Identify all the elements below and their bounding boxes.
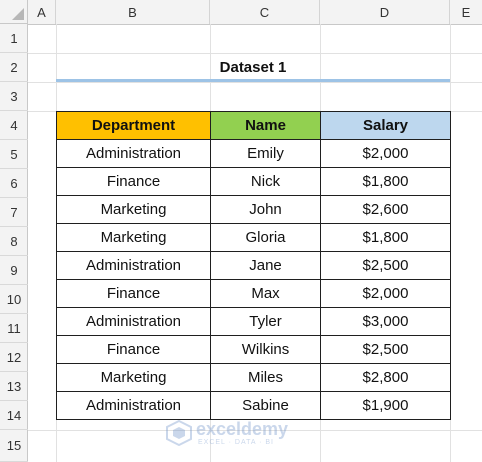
row-header-8[interactable]: 8 <box>0 227 28 256</box>
row-header-2[interactable]: 2 <box>0 53 28 82</box>
header-name[interactable]: Name <box>210 111 321 140</box>
table-row: Marketing Miles $2,800 <box>56 363 451 392</box>
exceldemy-watermark: exceldemy EXCEL · DATA · BI <box>166 418 316 448</box>
row-header-bar: 1 2 3 4 5 6 7 8 9 10 11 12 13 14 15 <box>0 24 28 462</box>
title-underline <box>56 79 450 82</box>
table-row: Marketing John $2,600 <box>56 195 451 224</box>
row-header-6[interactable]: 6 <box>0 169 28 198</box>
table-row: Marketing Gloria $1,800 <box>56 223 451 252</box>
name-cell[interactable]: Sabine <box>210 391 321 420</box>
row-header-1[interactable]: 1 <box>0 24 28 53</box>
salary-cell[interactable]: $1,800 <box>320 223 451 252</box>
name-cell[interactable]: Tyler <box>210 307 321 336</box>
table-row: Finance Nick $1,800 <box>56 167 451 196</box>
row-header-12[interactable]: 12 <box>0 343 28 372</box>
salary-cell[interactable]: $2,500 <box>320 251 451 280</box>
department-cell[interactable]: Finance <box>56 279 211 308</box>
department-cell[interactable]: Marketing <box>56 363 211 392</box>
gridline <box>28 430 482 431</box>
department-cell[interactable]: Finance <box>56 167 211 196</box>
table-row: Finance Max $2,000 <box>56 279 451 308</box>
row-header-5[interactable]: 5 <box>0 140 28 169</box>
column-header-d[interactable]: D <box>320 0 450 24</box>
dataset-title[interactable]: Dataset 1 <box>56 53 450 82</box>
salary-cell[interactable]: $1,900 <box>320 391 451 420</box>
column-header-e[interactable]: E <box>450 0 482 24</box>
column-header-c[interactable]: C <box>210 0 320 24</box>
row-header-10[interactable]: 10 <box>0 285 28 314</box>
column-header-a[interactable]: A <box>28 0 56 24</box>
row-header-11[interactable]: 11 <box>0 314 28 343</box>
row-header-3[interactable]: 3 <box>0 82 28 111</box>
salary-cell[interactable]: $1,800 <box>320 167 451 196</box>
name-cell[interactable]: Nick <box>210 167 321 196</box>
name-cell[interactable]: Miles <box>210 363 321 392</box>
department-cell[interactable]: Administration <box>56 251 211 280</box>
table-row: Administration Sabine $1,900 <box>56 391 451 420</box>
name-cell[interactable]: Wilkins <box>210 335 321 364</box>
salary-table: Department Name Salary Administration Em… <box>56 111 451 420</box>
table-header-row: Department Name Salary <box>56 111 451 140</box>
name-cell[interactable]: Max <box>210 279 321 308</box>
name-cell[interactable]: Jane <box>210 251 321 280</box>
header-salary[interactable]: Salary <box>320 111 451 140</box>
table-row: Administration Emily $2,000 <box>56 139 451 168</box>
row-header-13[interactable]: 13 <box>0 372 28 401</box>
department-cell[interactable]: Administration <box>56 307 211 336</box>
exceldemy-logo-icon <box>166 420 192 446</box>
salary-cell[interactable]: $3,000 <box>320 307 451 336</box>
department-cell[interactable]: Marketing <box>56 223 211 252</box>
department-cell[interactable]: Finance <box>56 335 211 364</box>
column-header-bar: A B C D E <box>0 0 482 25</box>
spreadsheet-grid: A B C D E 1 2 3 4 5 6 7 8 9 10 11 12 13 … <box>0 0 482 462</box>
row-header-7[interactable]: 7 <box>0 198 28 227</box>
row-header-9[interactable]: 9 <box>0 256 28 285</box>
table-row: Administration Tyler $3,000 <box>56 307 451 336</box>
salary-cell[interactable]: $2,800 <box>320 363 451 392</box>
name-cell[interactable]: John <box>210 195 321 224</box>
department-cell[interactable]: Marketing <box>56 195 211 224</box>
salary-cell[interactable]: $2,600 <box>320 195 451 224</box>
column-header-b[interactable]: B <box>56 0 210 24</box>
row-header-15[interactable]: 15 <box>0 430 28 462</box>
header-department[interactable]: Department <box>56 111 211 140</box>
table-row: Finance Wilkins $2,500 <box>56 335 451 364</box>
salary-cell[interactable]: $2,000 <box>320 279 451 308</box>
select-all-corner[interactable] <box>0 0 28 24</box>
salary-cell[interactable]: $2,000 <box>320 139 451 168</box>
row-header-4[interactable]: 4 <box>0 111 28 140</box>
salary-cell[interactable]: $2,500 <box>320 335 451 364</box>
name-cell[interactable]: Gloria <box>210 223 321 252</box>
department-cell[interactable]: Administration <box>56 139 211 168</box>
department-cell[interactable]: Administration <box>56 391 211 420</box>
gridline <box>28 82 482 83</box>
table-row: Administration Jane $2,500 <box>56 251 451 280</box>
row-header-14[interactable]: 14 <box>0 401 28 430</box>
name-cell[interactable]: Emily <box>210 139 321 168</box>
